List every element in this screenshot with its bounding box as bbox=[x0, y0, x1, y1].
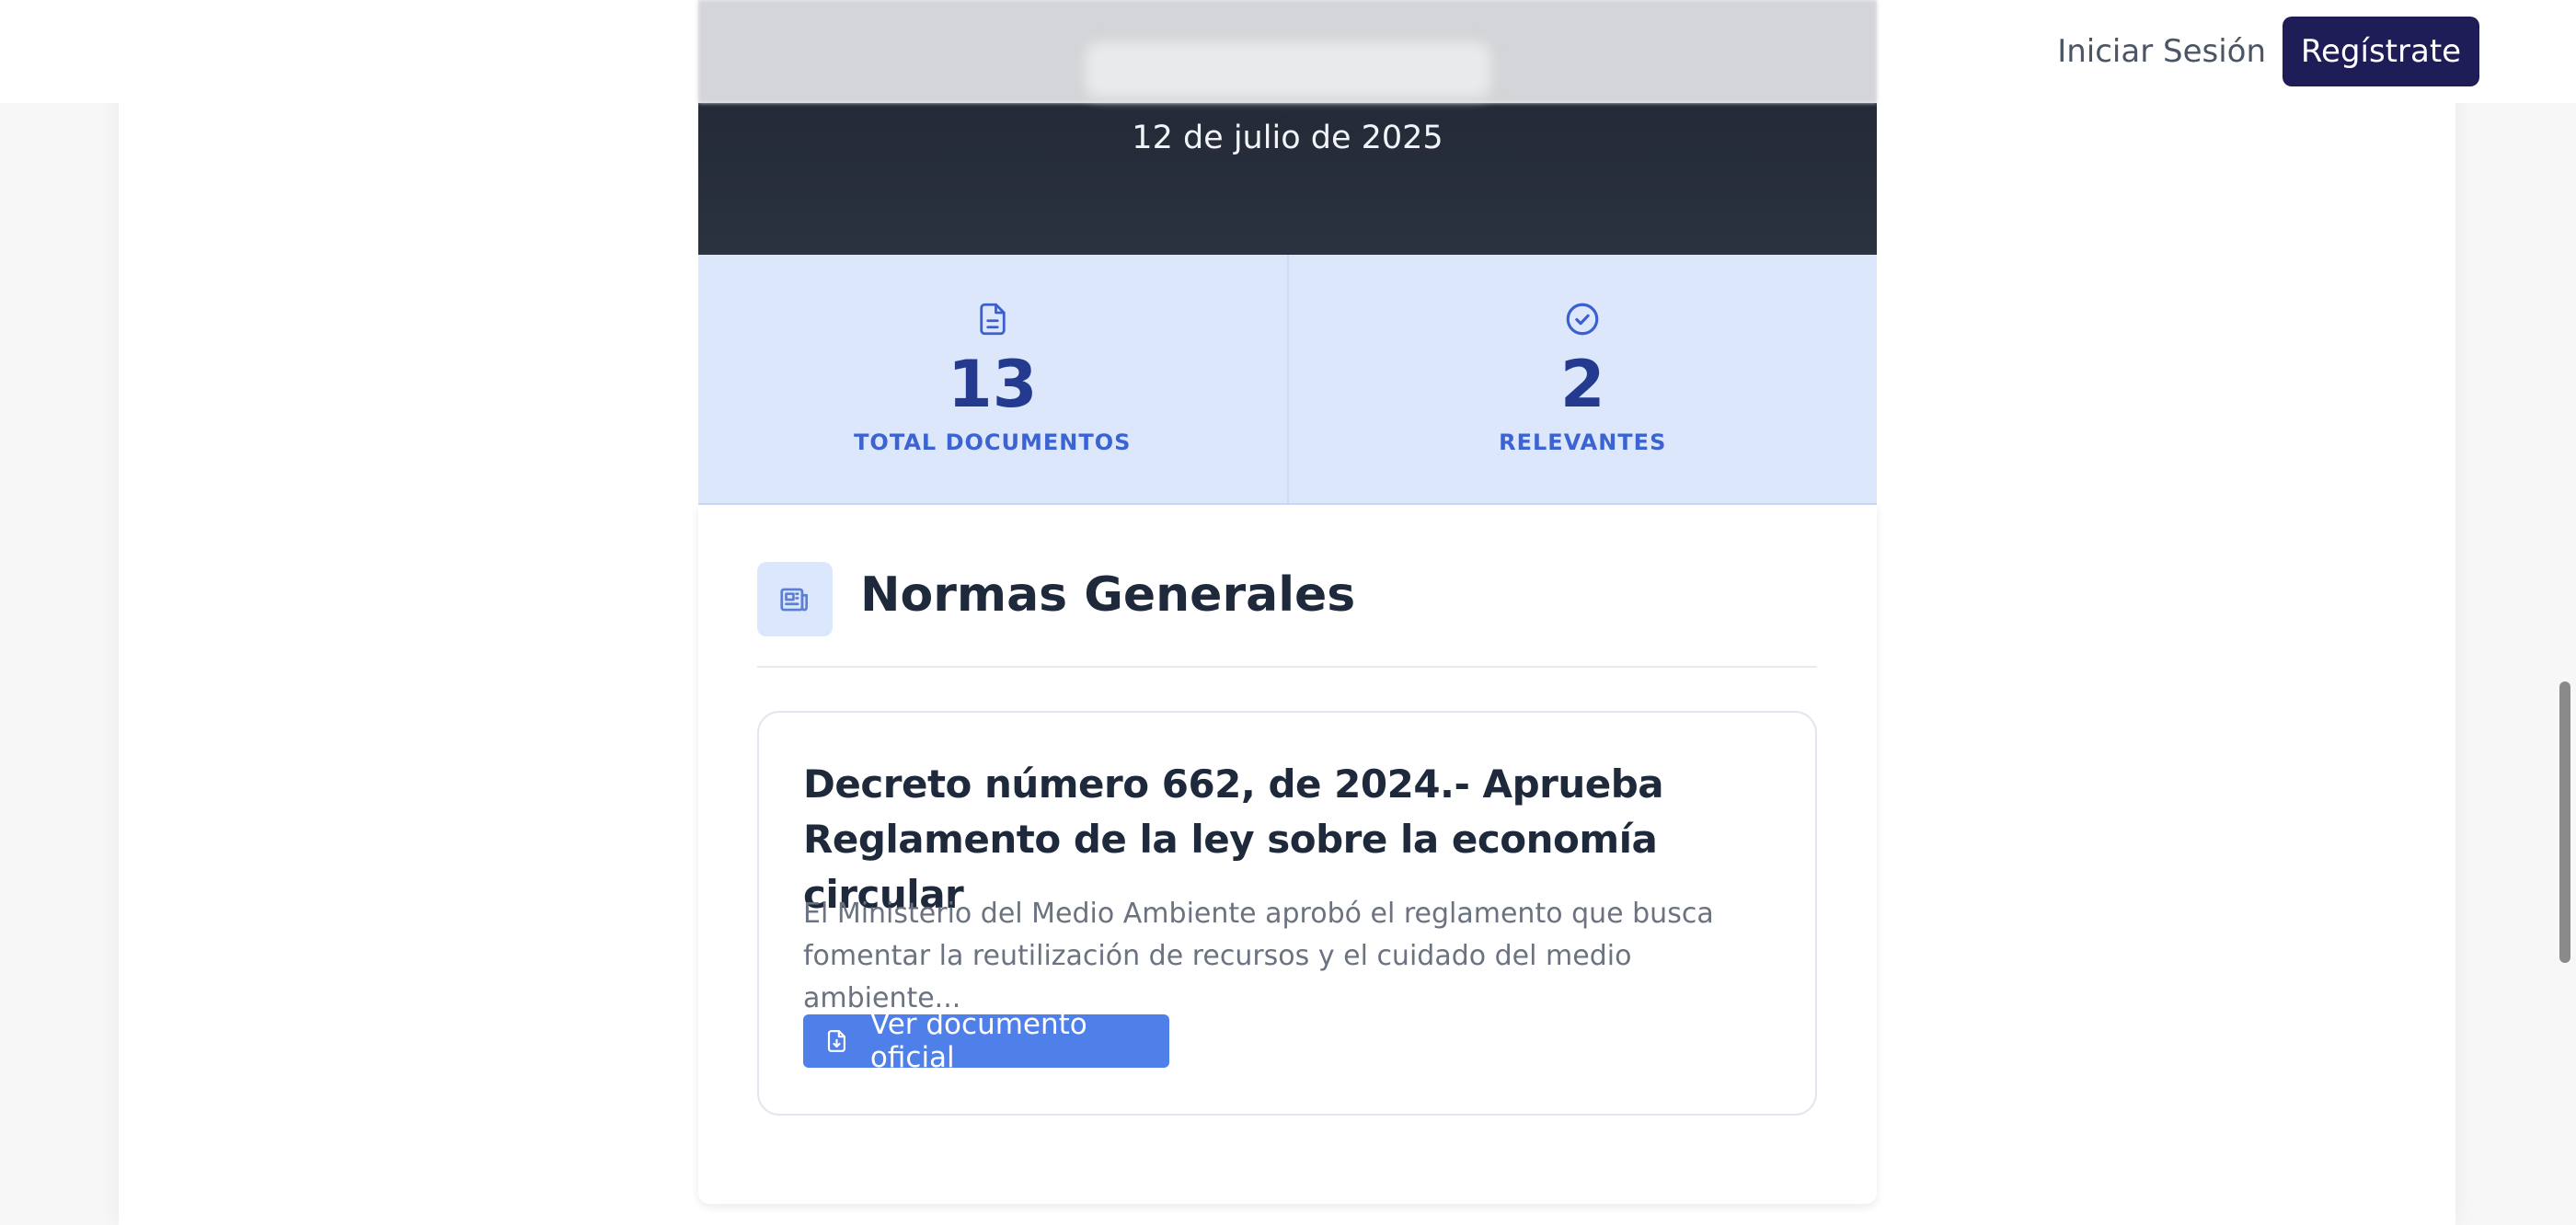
stats-bar: 13 TOTAL DOCUMENTOS 2 RELEVANTES bbox=[698, 255, 1877, 505]
stat-value: 2 bbox=[1559, 347, 1605, 422]
report-date: 12 de julio de 2025 bbox=[1132, 120, 1443, 156]
document-icon bbox=[980, 303, 1006, 336]
stat-label: TOTAL DOCUMENTOS bbox=[854, 429, 1132, 455]
file-download-icon bbox=[827, 1030, 845, 1052]
document-summary: El Ministerio del Medio Ambiente aprobó … bbox=[803, 898, 1714, 1014]
content-card: Normas Generales Decreto número 662, de … bbox=[698, 503, 1877, 1204]
document-card: Decreto número 662, de 2024.- Aprueba Re… bbox=[757, 711, 1817, 1116]
check-circle-icon bbox=[1566, 303, 1599, 336]
stat-value: 13 bbox=[948, 347, 1038, 422]
signup-button[interactable]: Regístrate bbox=[2283, 17, 2479, 86]
view-official-document-label: Ver documento oficial bbox=[869, 1008, 1087, 1074]
view-official-document-button[interactable]: Ver documento oficial bbox=[803, 1008, 1169, 1074]
blurred-hero-title bbox=[1086, 42, 1490, 97]
login-link[interactable]: Iniciar Sesión bbox=[2057, 33, 2266, 70]
auth-actions: Iniciar Sesión Regístrate bbox=[2057, 17, 2479, 86]
newspaper-icon bbox=[780, 588, 809, 611]
section-header: Normas Generales bbox=[757, 562, 1817, 668]
stat-total-documents: 13 TOTAL DOCUMENTOS bbox=[698, 255, 1287, 503]
scrollbar-thumb[interactable] bbox=[2559, 681, 2570, 963]
section-icon-box bbox=[757, 562, 833, 636]
section-title: Normas Generales bbox=[860, 567, 1356, 623]
stat-relevant: 2 RELEVANTES bbox=[1286, 255, 1878, 503]
stat-label: RELEVANTES bbox=[1499, 429, 1667, 455]
